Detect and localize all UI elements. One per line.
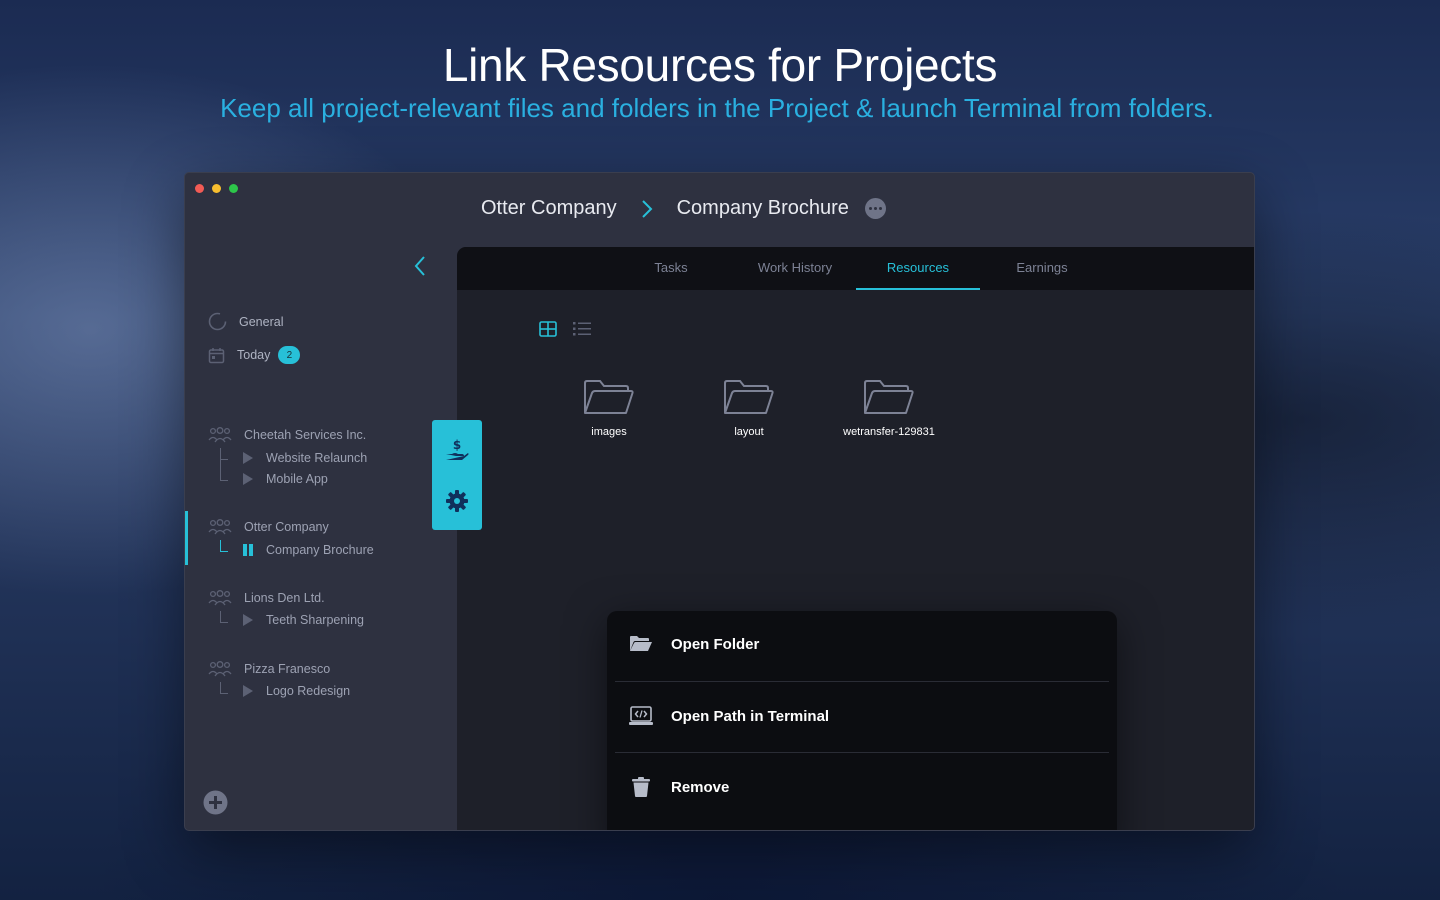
tab-bar: Tasks Work History Resources Earnings — [457, 247, 1254, 290]
breadcrumb: Otter Company Company Brochure — [481, 197, 886, 220]
client-name: Cheetah Services Inc. — [244, 428, 367, 442]
window-controls — [195, 184, 238, 193]
folder-icon — [864, 380, 914, 414]
list-view-icon[interactable] — [573, 321, 591, 342]
more-options-icon[interactable] — [864, 198, 886, 219]
svg-text:$: $ — [453, 438, 461, 452]
resource-folder-layout[interactable]: layout — [679, 379, 819, 438]
sidebar-item-label: Today — [237, 348, 271, 362]
app-window: Otter Company Company Brochure General T… — [184, 172, 1255, 831]
collapse-sidebar-icon[interactable] — [413, 255, 427, 282]
sidebar-client-cheetah[interactable]: Cheetah Services Inc. — [208, 427, 366, 443]
tab-work-history[interactable]: Work History — [733, 247, 857, 290]
users-icon — [208, 427, 232, 443]
folder-icon — [584, 380, 634, 414]
resource-name: wetransfer-129831 — [843, 426, 935, 438]
trash-icon — [632, 777, 650, 797]
users-icon — [208, 519, 232, 535]
tab-tasks[interactable]: Tasks — [609, 247, 733, 290]
earnings-hand-icon[interactable]: $ — [444, 437, 470, 463]
gear-icon[interactable] — [445, 489, 469, 513]
sidebar-project-mobile-app[interactable]: Mobile App — [242, 472, 328, 486]
sidebar-client-pizza-franesco[interactable]: Pizza Franesco — [208, 661, 330, 677]
zoom-window-button[interactable] — [229, 184, 238, 193]
sidebar-project-teeth-sharpening[interactable]: Teeth Sharpening — [242, 613, 364, 627]
resource-name: images — [591, 426, 627, 438]
circle-icon — [208, 312, 227, 331]
folder-icon — [724, 380, 774, 414]
project-name: Mobile App — [266, 472, 328, 486]
resource-folder-images[interactable]: images — [539, 379, 679, 438]
active-indicator — [185, 511, 188, 565]
client-name: Otter Company — [244, 520, 329, 534]
users-icon — [208, 590, 232, 606]
sidebar-client-lions-den[interactable]: Lions Den Ltd. — [208, 590, 325, 606]
menu-divider — [615, 752, 1109, 753]
today-count-badge: 2 — [278, 346, 301, 364]
breadcrumb-project[interactable]: Company Brochure — [677, 197, 849, 220]
breadcrumb-client[interactable]: Otter Company — [481, 197, 617, 220]
open-folder-icon — [630, 636, 652, 651]
client-name: Pizza Franesco — [244, 662, 331, 676]
client-name: Lions Den Ltd. — [244, 591, 325, 605]
project-name: Logo Redesign — [266, 684, 351, 698]
project-tools-panel: $ — [432, 420, 482, 530]
sidebar-project-company-brochure[interactable]: Company Brochure — [242, 543, 374, 557]
grid-view-icon[interactable] — [539, 321, 557, 342]
menu-item-label: Open Path in Terminal — [671, 707, 830, 725]
tab-resources[interactable]: Resources — [856, 247, 980, 290]
menu-item-label: Remove — [671, 778, 730, 796]
add-icon[interactable] — [203, 790, 228, 820]
calendar-icon — [208, 347, 225, 363]
project-name: Teeth Sharpening — [266, 613, 364, 627]
menu-divider — [615, 681, 1109, 682]
play-icon[interactable] — [242, 613, 254, 627]
menu-open-folder[interactable]: Open Folder — [629, 635, 759, 653]
tab-earnings[interactable]: Earnings — [980, 247, 1104, 290]
sidebar-project-website-relaunch[interactable]: Website Relaunch — [242, 451, 367, 465]
terminal-icon — [629, 706, 653, 725]
play-icon[interactable] — [242, 451, 254, 465]
hero-title: Link Resources for Projects — [442, 39, 998, 91]
play-icon[interactable] — [242, 472, 254, 486]
sidebar-item-label: General — [239, 314, 284, 329]
project-name: Company Brochure — [266, 543, 374, 557]
hero-subtitle: Keep all project-relevant files and fold… — [220, 93, 1214, 123]
resource-context-menu: Open Folder Open Path in Terminal Remove — [607, 611, 1117, 830]
sidebar-project-logo-redesign[interactable]: Logo Redesign — [242, 684, 350, 698]
menu-remove[interactable]: Remove — [629, 777, 729, 797]
sidebar-item-today[interactable]: Today 2 — [208, 346, 301, 364]
play-icon[interactable] — [242, 684, 254, 698]
project-name: Website Relaunch — [266, 451, 368, 465]
menu-open-terminal[interactable]: Open Path in Terminal — [629, 706, 829, 726]
users-icon — [208, 661, 232, 677]
main-content: Tasks Work History Resources Earnings im… — [457, 247, 1254, 830]
pause-icon[interactable] — [242, 543, 254, 557]
sidebar-client-otter[interactable]: Otter Company — [208, 519, 329, 535]
minimize-window-button[interactable] — [212, 184, 221, 193]
resource-folder-wetransfer[interactable]: wetransfer-129831 — [819, 379, 959, 438]
sidebar-item-general[interactable]: General — [208, 312, 283, 331]
resource-name: layout — [734, 426, 764, 438]
close-window-button[interactable] — [195, 184, 204, 193]
chevron-right-icon — [641, 199, 653, 219]
menu-item-label: Open Folder — [671, 635, 760, 653]
